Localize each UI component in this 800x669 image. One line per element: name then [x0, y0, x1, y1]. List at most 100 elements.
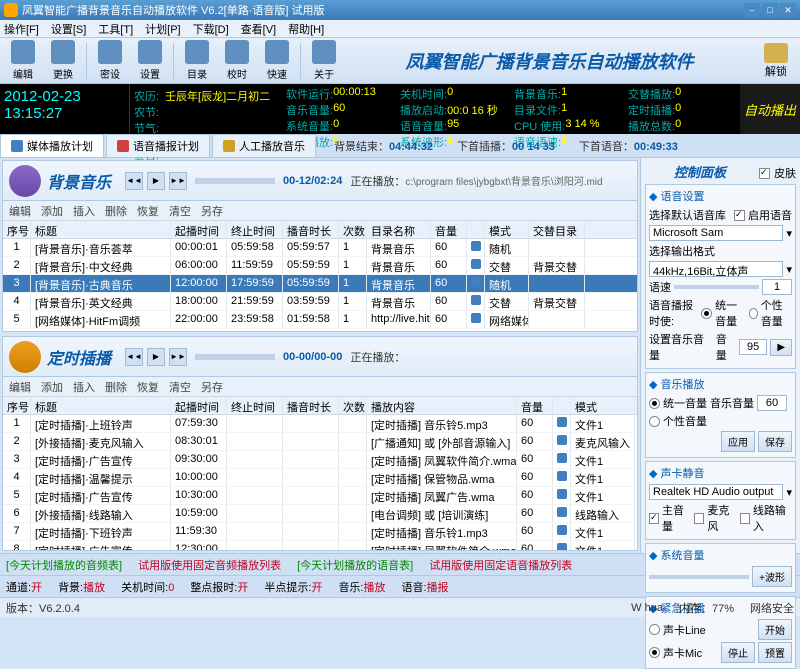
ins-now-label: 正在播放：: [350, 349, 405, 365]
music-unified-radio[interactable]: [649, 398, 660, 409]
bg-tb-item[interactable]: 插入: [73, 203, 95, 219]
bg-tb-item[interactable]: 编辑: [9, 203, 31, 219]
tool-edit[interactable]: 编辑: [6, 40, 40, 81]
voice-speed-slider[interactable]: [674, 285, 759, 289]
emerg-mic-radio[interactable]: [649, 647, 660, 658]
bg-row[interactable]: 2[背景音乐]·中文经典06:00:0011:59:5905:59:591背景音…: [3, 257, 637, 275]
bg-now-label: 正在播放：: [350, 173, 405, 189]
wave-button[interactable]: +波形: [752, 566, 792, 587]
unlock-button[interactable]: 解锁: [758, 43, 794, 79]
status-version: 版本：V6.2.0.4: [6, 600, 80, 616]
ins-row[interactable]: 3[定时插播]·广告宣传09:30:00[定时插播] 凤翼软件简介.wma60文…: [3, 451, 637, 469]
speaker-icon: [557, 489, 567, 499]
bg-next-button[interactable]: ►►: [169, 172, 187, 190]
ins-tb-item[interactable]: 添加: [41, 379, 63, 395]
ins-progress[interactable]: [195, 354, 275, 360]
skin-checkbox[interactable]: [759, 168, 770, 179]
tool-time[interactable]: 校时: [220, 40, 254, 81]
bg-tb-item[interactable]: 恢复: [137, 203, 159, 219]
ins-row[interactable]: 1[定时插播]·上班铃声07:59:30[定时插播] 音乐铃5.mp360文件1: [3, 415, 637, 433]
tool-about[interactable]: 关于: [307, 40, 341, 81]
bg-row[interactable]: 5[网络媒体]·HitFm调频22:00:0023:59:5801:59:581…: [3, 311, 637, 329]
ins-play-button[interactable]: ▶: [147, 348, 165, 366]
menu-file[interactable]: 操作[F]: [4, 21, 39, 37]
soundcard-select[interactable]: Realtek HD Audio output: [649, 484, 783, 500]
ins-tb-item[interactable]: 另存: [201, 379, 223, 395]
bg-play-button[interactable]: ▶: [147, 172, 165, 190]
voice-personal-radio[interactable]: [749, 308, 757, 319]
bg-tb-item[interactable]: 另存: [201, 203, 223, 219]
emerg-stop-button[interactable]: 停止: [721, 642, 755, 663]
bg-tb-item[interactable]: 删除: [105, 203, 127, 219]
ins-tb-item[interactable]: 插入: [73, 379, 95, 395]
music-save-button[interactable]: 保存: [758, 431, 792, 452]
tool-settings[interactable]: 设置: [133, 40, 167, 81]
ins-row[interactable]: 6[外接插播]·线路输入10:59:00[电台调频] 或 [培训演练]60线路输…: [3, 505, 637, 523]
tab-media-plan[interactable]: 媒体播放计划: [0, 134, 104, 157]
ins-row[interactable]: 7[定时插播]·下班铃声11:59:30[定时插播] 音乐铃1.mp360文件1: [3, 523, 637, 541]
voice-lib-select[interactable]: Microsoft Sam: [649, 225, 783, 241]
ins-prev-button[interactable]: ◄◄: [125, 348, 143, 366]
ins-row[interactable]: 5[定时插播]·广告宣传10:30:00[定时插播] 凤翼广告.wma60文件1: [3, 487, 637, 505]
system-vol-slider[interactable]: [649, 575, 749, 579]
emerg-line-radio[interactable]: [649, 624, 660, 635]
voice-test-button[interactable]: ▶: [770, 339, 792, 356]
speaker-icon: [557, 525, 567, 535]
ins-row[interactable]: 2[外接插播]·麦克风输入08:30:01[广播通知] 或 [外部音源输入]60…: [3, 433, 637, 451]
main-vol-checkbox[interactable]: [649, 513, 659, 524]
menu-help[interactable]: 帮助[H]: [288, 21, 324, 37]
linein-checkbox[interactable]: [740, 513, 750, 524]
window-title: 凤翼智能广播背景音乐自动播放软件 V6.2[单路·语音版] 试用版: [22, 2, 325, 18]
tab-voice-plan[interactable]: 语音播报计划: [106, 134, 210, 157]
menu-download[interactable]: 下载[D]: [193, 21, 229, 37]
tab-manual-music[interactable]: 人工播放音乐: [212, 134, 316, 157]
music-vol-value[interactable]: 60: [757, 395, 787, 411]
voice-format-select[interactable]: 44kHz,16Bit,立体声: [649, 261, 783, 277]
ins-tb-item[interactable]: 清空: [169, 379, 191, 395]
bg-music-grid: 序号标题起播时间终止时间播音时长次数目录名称音量模式交替目录 1[背景音乐]·音…: [3, 221, 637, 329]
ins-player-controls: ◄◄ ▶ ►► 00-00/00-00: [125, 348, 342, 366]
bg-prev-button[interactable]: ◄◄: [125, 172, 143, 190]
bg-row[interactable]: 4[背景音乐]·英文经典18:00:0021:59:5903:59:591背景音…: [3, 293, 637, 311]
menu-plan[interactable]: 计划[P]: [145, 21, 180, 37]
mic-checkbox[interactable]: [694, 513, 704, 524]
bg-progress[interactable]: [195, 178, 275, 184]
bg-player-controls: ◄◄ ▶ ►► 00-12/02:24: [125, 172, 342, 190]
voice-vol-value[interactable]: 95: [739, 339, 767, 355]
maximize-button[interactable]: □: [762, 3, 778, 17]
menu-tools[interactable]: 工具[T]: [98, 21, 133, 37]
ins-row[interactable]: 4[定时插播]·温馨提示10:00:00[定时插播] 保管物品.wma60文件1: [3, 469, 637, 487]
tool-change[interactable]: 更换: [46, 40, 80, 81]
lock-icon: [764, 43, 788, 63]
menu-view[interactable]: 查看[V]: [241, 21, 276, 37]
music-apply-button[interactable]: 应用: [721, 431, 755, 452]
speaker-icon: [471, 313, 481, 323]
ins-tb-item[interactable]: 删除: [105, 379, 127, 395]
ins-tb-item[interactable]: 编辑: [9, 379, 31, 395]
menu-settings[interactable]: 设置[S]: [51, 21, 86, 37]
main-tabs: 媒体播放计划 语音播报计划 人工播放音乐 背景结束：04:44:32 下首插播：…: [0, 134, 800, 158]
bg-row[interactable]: 1[背景音乐]·音乐荟萃00:00:0105:59:5805:59:571背景音…: [3, 239, 637, 257]
enable-voice-checkbox[interactable]: [734, 210, 745, 221]
voice-unified-radio[interactable]: [701, 308, 712, 319]
tool-dir[interactable]: 目录: [180, 40, 214, 81]
status-bar: 版本：V6.2.0.4 W hua 内存：77% 网络安全: [0, 597, 800, 617]
tool-secret[interactable]: 密设: [93, 40, 127, 81]
bg-row[interactable]: 3[背景音乐]·古典音乐12:00:0017:59:5905:59:591背景音…: [3, 275, 637, 293]
voice-speed-value[interactable]: 1: [762, 279, 792, 295]
emerg-preset-button[interactable]: 预置: [758, 642, 792, 663]
minimize-button[interactable]: –: [744, 3, 760, 17]
ins-panel-title: 定时插播: [47, 345, 117, 369]
bg-tb-item[interactable]: 添加: [41, 203, 63, 219]
bg-tb-item[interactable]: 清空: [169, 203, 191, 219]
tool-quick[interactable]: 快速: [260, 40, 294, 81]
dash-auto-label: 自动播出: [740, 84, 800, 134]
window-controls: – □ ✕: [744, 3, 796, 17]
close-button[interactable]: ✕: [780, 3, 796, 17]
main-column: 背景音乐 ◄◄ ▶ ►► 00-12/02:24 正在播放： c:\progra…: [0, 158, 640, 553]
ins-next-button[interactable]: ►►: [169, 348, 187, 366]
emerg-start-button[interactable]: 开始: [758, 619, 792, 640]
music-personal-radio[interactable]: [649, 416, 660, 427]
ins-row[interactable]: 8[定时插播]·广告宣传12:30:00[定时插播] 凤翼软件简介.wma60文…: [3, 541, 637, 551]
ins-tb-item[interactable]: 恢复: [137, 379, 159, 395]
